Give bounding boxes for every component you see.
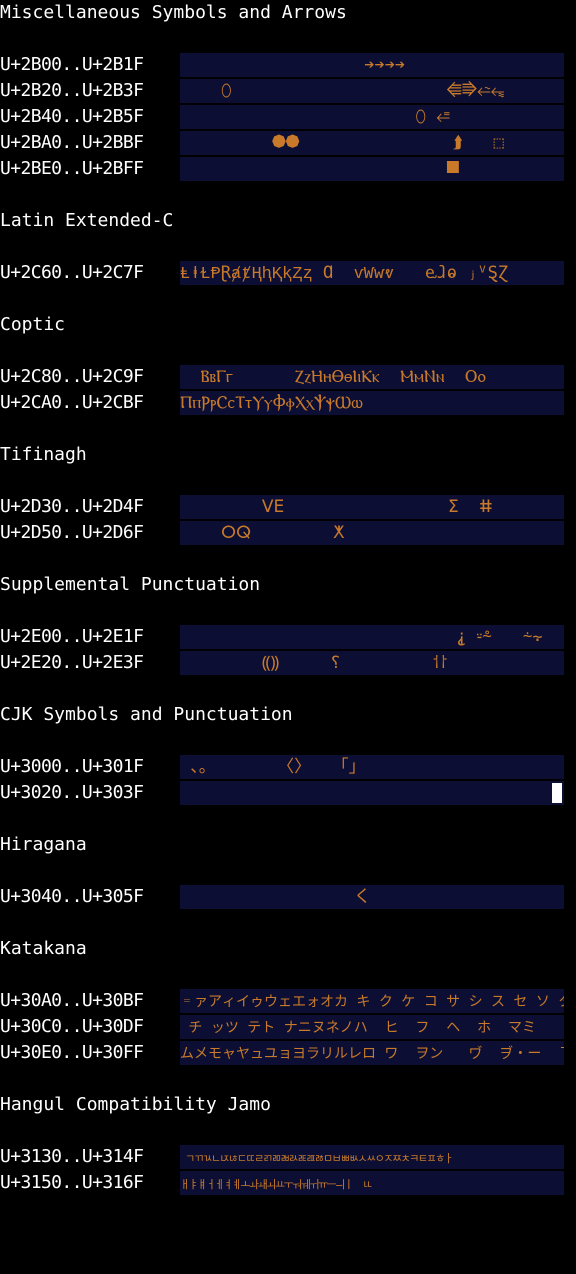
glyph-text: ㅐㅑㅒㅓㅔㅕㅖㅗㅘㅙㅚㅛㅜㅝㅞㅟㅠㅡㅢㅣㅤㅥ: [180, 1178, 373, 1191]
glyph-strip: ⯀: [180, 156, 564, 182]
glyph-strip: チ ッツ テト ナニヌネノハ ヒ フ ヘ ホ マミ: [180, 1014, 564, 1040]
block-row: U+2C60..U+2C7F ⱠⱡⱢⱣⱤⱥⱦⱧⱨⱩⱪⱫⱬ Ɑ ⱱⱲⱳⱴ ⱸⱹⱺ …: [0, 260, 576, 286]
block-row: U+30C0..U+30DF チ ッツ テト ナニヌネノハ ヒ フ ヘ ホ マミ: [0, 1014, 576, 1040]
block-row: U+2E00..U+2E1F ⸘ ⸚⸛ ⸞⸟: [0, 624, 576, 650]
section-tifinagh: Tifinagh U+2D30..U+2D4F ⴸⴹ ⵉ ⵌ U+2D50..U…: [0, 442, 576, 546]
glyph-strip: ゠ァアィイゥウェエォオカ キ ク ケ コ サ シ ス セ ソ タ: [180, 988, 564, 1014]
range-label: U+30C0..U+30DF: [0, 1016, 144, 1037]
glyph-strip: ⬯ ⭀: [180, 104, 564, 130]
range-label: U+2D30..U+2D4F: [0, 496, 144, 517]
range-label: U+2BA0..U+2BBF: [0, 132, 144, 153]
glyph-strip: ㄱㄲㄳㄴㄵㄶㄷㄸㄹㄺㄻㄼㄽㄾㄿㅀㅁㅂㅃㅄㅅㅆㅇㅈㅉㅊㅋㅌㅍㅎㅏ: [180, 1144, 564, 1170]
range-label: U+2C80..U+2C9F: [0, 366, 144, 387]
glyph-strip: ⱠⱡⱢⱣⱤⱥⱦⱧⱨⱩⱪⱫⱬ Ɑ ⱱⱲⱳⱴ ⱸⱹⱺ ⱼⱽⱾⱿ: [180, 260, 564, 286]
section-latin-extended-c: Latin Extended-C U+2C60..U+2C7F ⱠⱡⱢⱣⱤⱥⱦⱧ…: [0, 208, 576, 286]
glyph-text: ⵔⵕ ⵅ: [180, 523, 345, 543]
section-hangul-jamo: Hangul Compatibility Jamo U+3130..U+314F…: [0, 1092, 576, 1196]
block-row: U+2B20..U+2B3F ⬯ ⭅⭆⭉⭊: [0, 78, 576, 104]
glyph-text: ㄱㄲㄳㄴㄵㄶㄷㄸㄹㄺㄻㄼㄽㄾㄿㅀㅁㅂㅃㅄㅅㅆㅇㅈㅉㅊㅋㅌㅍㅎㅏ: [180, 1152, 454, 1165]
glyph-text: ⸨⸩ ⸮ ⸶⸷: [180, 653, 448, 673]
glyph-text: ⸘ ⸚⸛ ⸞⸟: [180, 627, 543, 647]
glyph-strip: [180, 780, 564, 806]
section-title: Katakana: [0, 938, 87, 959]
section-hiragana: Hiragana U+3040..U+305F く: [0, 832, 576, 910]
range-label: U+2E00..U+2E1F: [0, 626, 144, 647]
block-row: U+30A0..U+30BF ゠ァアィイゥウェエォオカ キ ク ケ コ サ シ …: [0, 988, 576, 1014]
range-label: U+30A0..U+30BF: [0, 990, 144, 1011]
block-row: U+2CA0..U+2CBF ⲠⲡⲢⲣⲤⲥⲦⲧⲨⲩⲪⲫⲬⲭⲮⲯⲰⲱ: [0, 390, 576, 416]
range-label: U+30E0..U+30FF: [0, 1042, 144, 1063]
range-label: U+2D50..U+2D6F: [0, 522, 144, 543]
section-title: Supplemental Punctuation: [0, 574, 261, 595]
glyph-strip: ⲠⲡⲢⲣⲤⲥⲦⲧⲨⲩⲪⲫⲬⲭⲮⲯⲰⲱ: [180, 390, 564, 416]
glyph-text: ⴸⴹ ⵉ ⵌ: [180, 497, 493, 517]
range-label: U+2BE0..U+2BFF: [0, 158, 144, 179]
range-label: U+2CA0..U+2CBF: [0, 392, 144, 413]
glyph-strip: ⬯ ⭅⭆⭉⭊: [180, 78, 564, 104]
glyph-strip: ⵔⵕ ⵅ: [180, 520, 564, 546]
glyph-strip: ⸨⸩ ⸮ ⸶⸷: [180, 650, 564, 676]
block-row: U+2BE0..U+2BFF ⯀: [0, 156, 576, 182]
glyph-strip: く: [180, 884, 564, 910]
glyph-text: ➔➔➔➔: [180, 55, 498, 75]
cursor-box-icon: [552, 783, 562, 803]
glyph-text: チ ッツ テト ナニヌネノハ ヒ フ ヘ ホ マミ: [180, 1020, 537, 1036]
block-row: U+2B40..U+2B5F ⬯ ⭀: [0, 104, 576, 130]
range-label: U+2C60..U+2C7F: [0, 262, 144, 283]
section-title: Coptic: [0, 314, 66, 335]
block-row: U+2C80..U+2C9F ⲂⲃⲄⲅ ⲌⲍⲎⲏⲐⲑⲒⲓⲔⲕ ⲘⲙⲚⲛ Ⲟⲟ: [0, 364, 576, 390]
section-supplemental-punctuation: Supplemental Punctuation U+2E00..U+2E1F …: [0, 572, 576, 676]
range-label: U+3150..U+316F: [0, 1172, 144, 1193]
block-row: U+2BA0..U+2BBF ⯄⯄ ⮭ ⬚: [0, 130, 576, 156]
section-title: Latin Extended-C: [0, 210, 174, 231]
range-label: U+3130..U+314F: [0, 1146, 144, 1167]
section-katakana: Katakana U+30A0..U+30BF ゠ァアィイゥウェエォオカ キ ク…: [0, 936, 576, 1066]
block-row: U+30E0..U+30FF ムメモャヤュユョヨラリルレロ ワ ヲン ヷ ヺ・ー…: [0, 1040, 576, 1066]
glyph-text: く: [180, 887, 371, 907]
glyph-strip: 、。 〈〉 「」: [180, 754, 564, 780]
glyph-text: ムメモャヤュユョヨラリルレロ ワ ヲン ヷ ヺ・ー ヿ: [180, 1046, 564, 1062]
range-label: U+2E20..U+2E3F: [0, 652, 144, 673]
range-label: U+2B40..U+2B5F: [0, 106, 144, 127]
section-title: Tifinagh: [0, 444, 87, 465]
block-row: U+3000..U+301F 、。 〈〉 「」: [0, 754, 576, 780]
section-title: CJK Symbols and Punctuation: [0, 704, 293, 725]
glyph-strip: ⴸⴹ ⵉ ⵌ: [180, 494, 564, 520]
glyph-strip: ⲂⲃⲄⲅ ⲌⲍⲎⲏⲐⲑⲒⲓⲔⲕ ⲘⲙⲚⲛ Ⲟⲟ: [180, 364, 564, 390]
range-label: U+3040..U+305F: [0, 886, 144, 907]
glyph-text: ⱠⱡⱢⱣⱤⱥⱦⱧⱨⱩⱪⱫⱬ Ɑ ⱱⱲⱳⱴ ⱸⱹⱺ ⱼⱽⱾⱿ: [180, 263, 509, 283]
block-row: U+3020..U+303F: [0, 780, 576, 806]
range-label: U+3000..U+301F: [0, 756, 144, 777]
section-title: Hiragana: [0, 834, 87, 855]
glyph-text: ⬯ ⭅⭆⭉⭊: [180, 81, 505, 101]
block-row: U+2B00..U+2B1F ➔➔➔➔: [0, 52, 576, 78]
block-row: U+3130..U+314F ㄱㄲㄳㄴㄵㄶㄷㄸㄹㄺㄻㄼㄽㄾㄿㅀㅁㅂㅃㅄㅅㅆㅇㅈㅉ…: [0, 1144, 576, 1170]
glyph-text: ⬯ ⭀: [180, 107, 481, 127]
glyph-text: ⲠⲡⲢⲣⲤⲥⲦⲧⲨⲩⲪⲫⲬⲭⲮⲯⲰⲱ: [180, 393, 363, 413]
block-row: U+2D50..U+2D6F ⵔⵕ ⵅ: [0, 520, 576, 546]
glyph-strip: ➔➔➔➔: [180, 52, 564, 78]
block-row: U+2E20..U+2E3F ⸨⸩ ⸮ ⸶⸷: [0, 650, 576, 676]
range-label: U+2B20..U+2B3F: [0, 80, 144, 101]
glyph-strip: ㅐㅑㅒㅓㅔㅕㅖㅗㅘㅙㅚㅛㅜㅝㅞㅟㅠㅡㅢㅣㅤㅥ: [180, 1170, 564, 1196]
glyph-text: 、。 〈〉 「」: [180, 757, 366, 777]
glyph-text: ゠ァアィイゥウェエォオカ キ ク ケ コ サ シ ス セ ソ タ: [180, 994, 564, 1010]
section-coptic: Coptic U+2C80..U+2C9F ⲂⲃⲄⲅ ⲌⲍⲎⲏⲐⲑⲒⲓⲔⲕ Ⲙⲙ…: [0, 312, 576, 416]
range-label: U+2B00..U+2B1F: [0, 54, 144, 75]
section-misc-symbols-arrows: Miscellaneous Symbols and Arrows U+2B00.…: [0, 0, 576, 182]
section-title: Miscellaneous Symbols and Arrows: [0, 2, 347, 23]
glyph-strip: ムメモャヤュユョヨラリルレロ ワ ヲン ヷ ヺ・ー ヿ: [180, 1040, 564, 1066]
block-row: U+3150..U+316F ㅐㅑㅒㅓㅔㅕㅖㅗㅘㅙㅚㅛㅜㅝㅞㅟㅠㅡㅢㅣㅤㅥ: [0, 1170, 576, 1196]
glyph-strip: ⸘ ⸚⸛ ⸞⸟: [180, 624, 564, 650]
unicode-chart-page: Miscellaneous Symbols and Arrows U+2B00.…: [0, 0, 576, 1222]
glyph-strip: ⯄⯄ ⮭ ⬚: [180, 130, 564, 156]
section-title: Hangul Compatibility Jamo: [0, 1094, 271, 1115]
block-row: U+3040..U+305F く: [0, 884, 576, 910]
range-label: U+3020..U+303F: [0, 782, 144, 803]
block-row: U+2D30..U+2D4F ⴸⴹ ⵉ ⵌ: [0, 494, 576, 520]
glyph-text: ⲂⲃⲄⲅ ⲌⲍⲎⲏⲐⲑⲒⲓⲔⲕ ⲘⲙⲚⲛ Ⲟⲟ: [180, 367, 486, 387]
glyph-text: ⯀: [180, 159, 491, 179]
section-cjk-symbols: CJK Symbols and Punctuation U+3000..U+30…: [0, 702, 576, 806]
glyph-text: ⯄⯄ ⮭ ⬚: [180, 133, 504, 153]
